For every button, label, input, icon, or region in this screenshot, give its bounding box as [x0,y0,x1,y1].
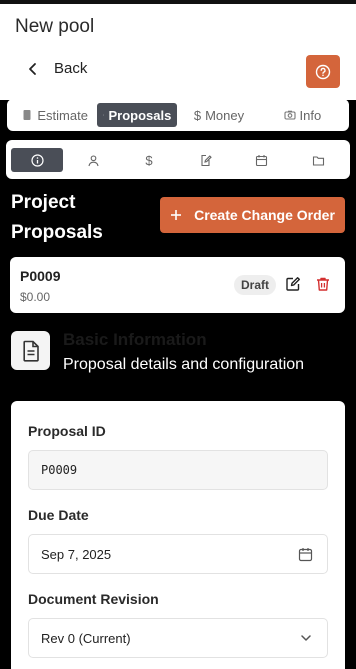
plus-icon [171,210,182,220]
chevron-left-icon [29,62,36,75]
delete-button[interactable] [315,276,331,297]
document-revision-label: Document Revision [28,591,159,607]
document-icon [22,340,39,362]
due-date-value: Sep 7, 2025 [41,546,112,562]
subtab-files[interactable] [292,148,344,172]
sub-tab-bar: $ [6,140,350,179]
edit-button[interactable] [285,276,301,297]
info-icon [30,153,44,167]
basic-info-form: Proposal ID P0009 Due Date Sep 7, 2025 D… [11,401,345,669]
calendar-icon [298,548,313,562]
subtab-contacts[interactable] [68,148,118,172]
tab-proposals-label: Proposals [108,107,172,123]
create-change-order-button[interactable]: Create Change Order [160,197,345,233]
help-button[interactable] [306,55,340,88]
status-badge: Draft [234,275,277,295]
basic-info-subtitle: Proposal details and configuration [63,356,305,373]
proposal-card[interactable]: P0009 $0.00 Draft [10,257,345,313]
due-date-label: Due Date [28,507,89,523]
tab-money[interactable]: $ Money [177,103,260,127]
back-button[interactable]: Back [26,60,87,77]
chevron-down-icon [301,635,311,641]
document-revision-value: Rev 0 (Current) [41,630,131,646]
tab-info[interactable]: Info [261,103,344,127]
tab-info-label: Info [299,107,322,123]
create-change-order-label: Create Change Order [194,207,335,223]
tab-money-label: Money [205,107,245,123]
file-icon [23,110,31,120]
dollar-icon: $ [145,152,153,168]
basic-info-icon-box [11,331,50,370]
tab-proposals[interactable]: Proposals [97,103,178,127]
tab-estimate[interactable]: Estimate [12,103,97,127]
subtab-pricing[interactable]: $ [124,148,174,172]
basic-info-heading: Basic Information [63,330,207,349]
proposal-id-label: Proposal ID [28,423,106,439]
folder-icon [312,155,324,166]
subtab-documents[interactable] [180,148,230,172]
top-bar: New pool Back [0,0,356,100]
proposal-id: P0009 [20,268,61,284]
tab-estimate-label: Estimate [37,107,88,123]
back-label: Back [54,60,88,77]
edit-icon [286,277,300,291]
proposal-id-value: P0009 [41,463,78,477]
trash-icon [317,277,329,291]
subtab-schedule[interactable] [236,148,286,172]
document-icon [103,114,105,116]
dollar-icon: $ [193,107,202,123]
help-icon [315,64,331,79]
page-title: New pool [15,16,95,37]
calendar-icon [255,154,267,166]
proposal-id-field: P0009 [28,450,328,490]
main-tab-bar: Estimate Proposals $ Money Info [7,99,349,131]
camera-icon [283,110,296,120]
document-revision-select[interactable]: Rev 0 (Current) [28,618,328,658]
due-date-picker[interactable]: Sep 7, 2025 [28,534,328,574]
user-icon [87,154,99,166]
edit-document-icon [200,154,212,166]
subtab-info[interactable] [11,148,63,172]
section-title: Project Proposals [11,192,103,243]
proposal-amount: $0.00 [20,290,51,304]
